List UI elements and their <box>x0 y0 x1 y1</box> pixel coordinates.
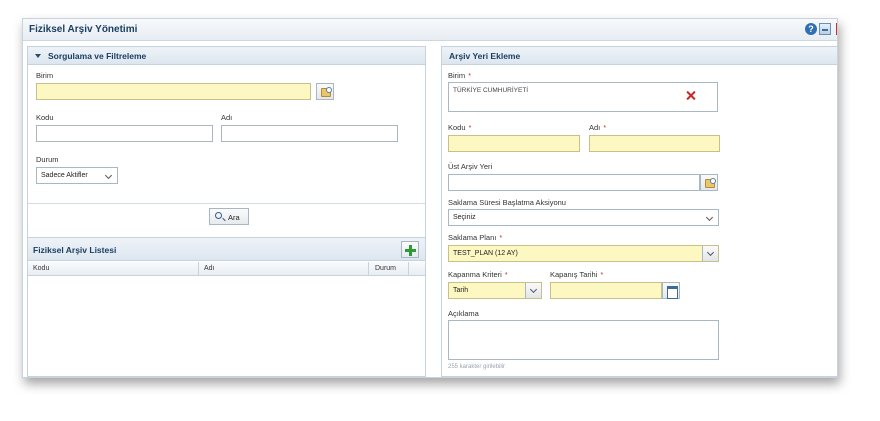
add-name-label: Adı * <box>589 123 607 132</box>
red-edge-icon <box>836 23 837 35</box>
char-limit-hint: 255 karakter girilebilir <box>448 364 506 370</box>
closing-date-label: Kapanış Tarihi * <box>550 270 604 279</box>
filter-code-label: Kodu <box>36 113 54 122</box>
filter-unit-label: Birim <box>36 71 54 80</box>
column-separator <box>368 262 369 276</box>
filter-code-input[interactable] <box>36 125 213 142</box>
closing-criteria-select[interactable]: Tarih <box>448 282 542 299</box>
closing-criteria-value: Tarih <box>453 287 469 294</box>
chevron-down-icon <box>705 213 714 222</box>
retention-action-select[interactable]: Seçiniz <box>448 209 719 226</box>
add-unit-label: Birim * <box>448 71 472 80</box>
export-icon[interactable] <box>819 23 831 35</box>
list-column-header: Kodu Adı Durum <box>28 262 425 276</box>
add-panel-title: Arşiv Yeri Ekleme <box>449 51 521 61</box>
search-button[interactable]: Ara <box>209 208 249 225</box>
filter-unit-browse-button[interactable] <box>316 83 334 100</box>
parent-archive-label: Üst Arşiv Yeri <box>448 162 493 171</box>
plus-icon <box>405 245 416 256</box>
retention-plan-select[interactable]: TEST_PLAN (12 AY) <box>448 245 719 262</box>
retention-plan-value: TEST_PLAN (12 AY) <box>453 250 518 257</box>
retention-action-value: Seçiniz <box>453 214 476 221</box>
title-bar: Fiziksel Arşiv Yönetimi ? <box>23 19 837 41</box>
chevron-down-icon <box>706 248 715 257</box>
filter-status-value: Sadece Aktifler <box>41 172 88 179</box>
retention-plan-label: Saklama Planı * <box>448 233 503 242</box>
retention-plan-dropdown-button[interactable] <box>702 246 718 261</box>
help-icon[interactable]: ? <box>805 23 817 35</box>
closing-criteria-label: Kapanma Kriteri * <box>448 270 508 279</box>
clear-icon[interactable] <box>686 91 695 100</box>
search-button-label: Ara <box>228 213 240 222</box>
closing-criteria-dropdown-button[interactable] <box>525 283 541 298</box>
list-panel-header: Fiziksel Arşiv Listesi <box>28 237 425 261</box>
filter-and-list-panel: Sorgulama ve Filtreleme Birim Kodu Adı D… <box>27 46 426 377</box>
add-name-input[interactable] <box>589 135 720 152</box>
parent-archive-browse-button[interactable] <box>700 174 718 191</box>
filter-status-label: Durum <box>36 155 59 164</box>
list-panel-title: Fiziksel Arşiv Listesi <box>33 245 117 255</box>
page-title: Fiziksel Arşiv Yönetimi <box>29 24 138 35</box>
add-archive-button[interactable] <box>401 241 419 258</box>
add-unit-field[interactable]: TÜRKİYE CUMHURİYETİ <box>448 82 718 112</box>
parent-archive-input[interactable] <box>448 174 700 191</box>
description-textarea[interactable] <box>448 320 719 360</box>
closing-date-input[interactable] <box>550 282 662 299</box>
chevron-down-icon <box>529 285 538 294</box>
collapse-caret-icon[interactable] <box>35 54 41 58</box>
description-label: Açıklama <box>448 309 479 318</box>
calendar-button[interactable] <box>662 282 680 299</box>
search-icon <box>215 212 222 219</box>
filter-divider <box>28 203 425 204</box>
add-archive-panel: Arşiv Yeri Ekleme Birim * TÜRKİYE CUMHURİ… <box>441 46 837 377</box>
filter-unit-input[interactable] <box>36 83 311 100</box>
retention-action-label: Saklama Süresi Başlatma Aksiyonu <box>448 198 566 207</box>
filter-panel-title: Sorgulama ve Filtreleme <box>48 51 147 61</box>
add-code-label: Kodu * <box>448 123 472 132</box>
add-panel-header: Arşiv Yeri Ekleme <box>442 47 837 65</box>
filter-status-select[interactable]: Sadece Aktifler <box>36 167 118 184</box>
column-status[interactable]: Durum <box>375 265 396 272</box>
filter-name-label: Adı <box>221 113 233 122</box>
column-name[interactable]: Adı <box>204 265 215 272</box>
chevron-down-icon <box>104 171 113 180</box>
column-separator <box>408 262 409 276</box>
archive-management-window: Fiziksel Arşiv Yönetimi ? Sorgulama ve F… <box>22 18 838 378</box>
column-code[interactable]: Kodu <box>33 265 49 272</box>
add-code-input[interactable] <box>448 135 580 152</box>
filter-name-input[interactable] <box>221 125 398 142</box>
filter-panel-header[interactable]: Sorgulama ve Filtreleme <box>28 47 425 65</box>
column-separator <box>198 262 199 276</box>
add-unit-value: TÜRKİYE CUMHURİYETİ <box>453 87 529 94</box>
